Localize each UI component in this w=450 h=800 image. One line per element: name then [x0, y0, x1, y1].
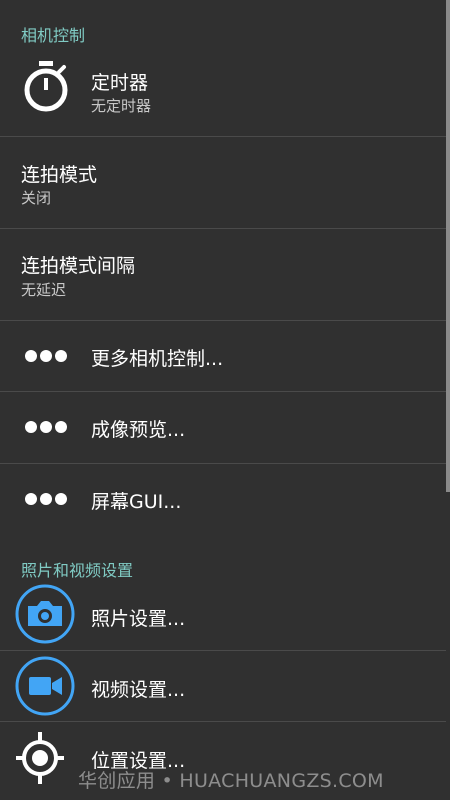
burst-interval-summary: 无延迟	[21, 281, 67, 299]
screen-gui-title: 屏幕GUI...	[91, 491, 182, 513]
more-dots-icon	[25, 421, 67, 433]
more-camera-controls-item[interactable]: 更多相机控制...	[0, 321, 446, 391]
burst-mode-title: 连拍模式	[21, 164, 98, 186]
timer-summary: 无定时器	[91, 97, 152, 115]
section-header-camera-controls: 相机控制	[21, 26, 86, 45]
location-crosshair-icon	[16, 732, 64, 784]
burst-mode-summary: 关闭	[21, 189, 52, 207]
photo-settings-title: 照片设置...	[91, 608, 186, 630]
more-dots-icon	[25, 493, 67, 505]
more-dots-icon	[25, 350, 67, 362]
burst-interval-title: 连拍模式间隔	[21, 255, 136, 277]
camera-icon	[15, 584, 75, 644]
photo-settings-item[interactable]: 照片设置...	[0, 580, 446, 650]
timer-preference[interactable]: 定时器 无定时器	[0, 48, 446, 136]
preview-item[interactable]: 成像预览...	[0, 392, 446, 463]
burst-interval-preference[interactable]: 连拍模式间隔 无延迟	[0, 229, 446, 320]
more-camera-controls-title: 更多相机控制...	[91, 348, 224, 370]
video-camera-icon	[15, 656, 75, 716]
section-header-photo-video: 照片和视频设置	[21, 561, 134, 580]
video-settings-title: 视频设置...	[91, 679, 186, 701]
screen-gui-item[interactable]: 屏幕GUI...	[0, 464, 446, 534]
video-settings-item[interactable]: 视频设置...	[0, 651, 446, 721]
timer-title: 定时器	[91, 72, 149, 94]
watermark-text: 华创应用 • HUACHUANGZS.COM	[78, 770, 384, 792]
scrollbar[interactable]	[446, 0, 450, 492]
stopwatch-icon	[24, 61, 68, 112]
burst-mode-preference[interactable]: 连拍模式 关闭	[0, 137, 446, 228]
preview-title: 成像预览...	[91, 419, 186, 441]
